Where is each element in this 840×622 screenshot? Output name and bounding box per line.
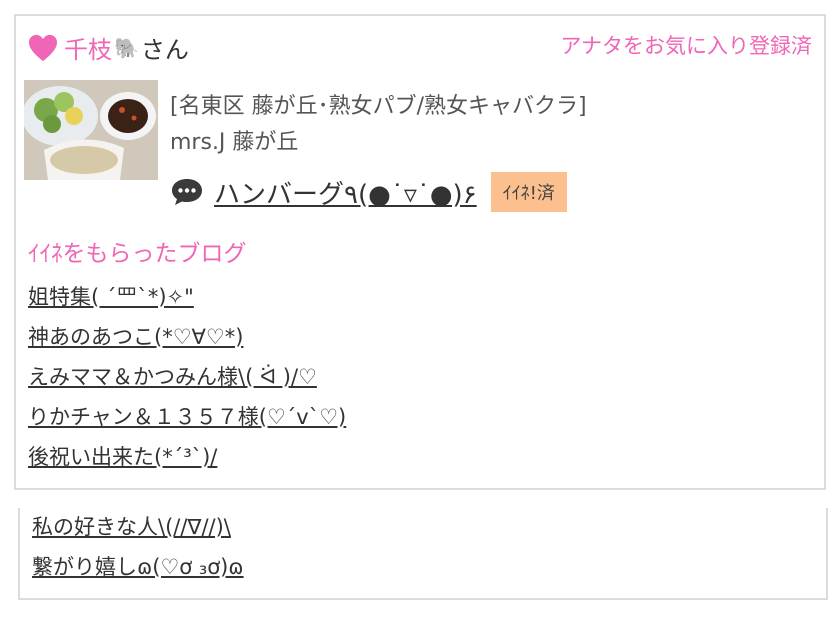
like-status-badge: ｲｲﾈ!済 — [490, 172, 567, 212]
elephant-emoji: 🐘 — [114, 35, 139, 60]
post-title-link[interactable]: ハンバーグ٩(●˙▿˙●)۶ — [214, 174, 477, 211]
liked-blog-link[interactable]: 神あのあつこ(*♡∀♡*) — [28, 325, 243, 349]
shop-name[interactable]: mrs.J 藤が丘 — [170, 124, 298, 156]
liked-blogs-list: 姐特集( ´罒`*)✧" 神あのあつこ(*♡∀♡*) えみママ＆かつみん様\( … — [28, 282, 346, 482]
speech-bubble-icon — [172, 179, 202, 205]
honorific: さん — [140, 36, 189, 64]
food-photo — [24, 80, 158, 180]
list-item: 後祝い出来た(*´³`)/ — [28, 442, 346, 482]
diary-card: 千枝 🐘 さん アナタをお気に入り登録済 [名東区 藤が丘･熟女パブ/熟女キャバ… — [14, 14, 826, 490]
liked-blog-link[interactable]: 繋がり嬉しɷ(♡ơ ₃ơ)ɷ — [32, 555, 244, 579]
post-thumbnail[interactable] — [24, 80, 158, 180]
username-link[interactable]: 千枝 — [64, 30, 112, 65]
liked-blog-link[interactable]: 私の好きな人\(//∇//)\ — [32, 515, 231, 539]
liked-blog-link[interactable]: 後祝い出来た(*´³`)/ — [28, 445, 217, 469]
list-item: 繋がり嬉しɷ(♡ơ ₃ơ)ɷ — [32, 552, 244, 592]
liked-blog-link[interactable]: えみママ＆かつみん様\( ᐛ )/♡ — [28, 365, 317, 389]
user-header: 千枝 🐘 さん — [28, 30, 189, 65]
post-row: ハンバーグ٩(●˙▿˙●)۶ ｲｲﾈ!済 — [170, 172, 567, 212]
list-item: 私の好きな人\(//∇//)\ — [32, 512, 244, 552]
list-item: えみママ＆かつみん様\( ᐛ )/♡ — [28, 362, 346, 402]
heart-icon — [28, 34, 58, 61]
favorite-status: アナタをお気に入り登録済 — [560, 34, 812, 58]
list-item: りかチャン＆１３５７様(♡´ᴠ`♡) — [28, 402, 346, 442]
shop-area-category: [名東区 藤が丘･熟女パブ/熟女キャバクラ] — [170, 94, 587, 119]
liked-blogs-heading: ｲｲﾈをもらったブログ — [28, 241, 247, 267]
list-item: 神あのあつこ(*♡∀♡*) — [28, 322, 346, 362]
liked-blog-link[interactable]: りかチャン＆１３５７様(♡´ᴠ`♡) — [28, 405, 346, 429]
liked-blog-link[interactable]: 姐特集( ´罒`*)✧" — [28, 285, 194, 309]
list-item: 姐特集( ´罒`*)✧" — [28, 282, 346, 322]
liked-blogs-list-continued: 私の好きな人\(//∇//)\ 繋がり嬉しɷ(♡ơ ₃ơ)ɷ — [32, 512, 244, 592]
liked-blogs-overflow: 私の好きな人\(//∇//)\ 繋がり嬉しɷ(♡ơ ₃ơ)ɷ — [18, 508, 828, 600]
